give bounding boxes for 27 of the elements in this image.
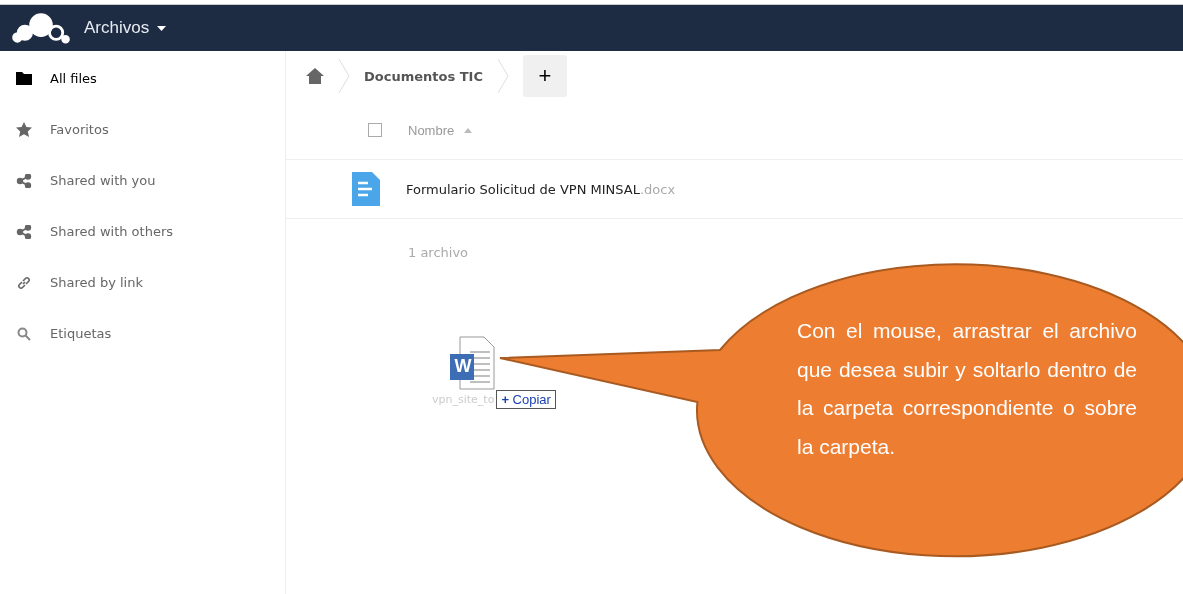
sidebar-item[interactable]: Shared by link — [0, 257, 285, 308]
link-icon — [16, 275, 32, 290]
sidebar-item[interactable]: Favoritos — [0, 104, 285, 155]
document-icon — [352, 172, 380, 206]
share-icon — [16, 224, 32, 239]
sidebar-item[interactable]: Shared with you — [0, 155, 285, 206]
chevron-icon — [338, 59, 350, 93]
select-all-checkbox[interactable] — [368, 123, 382, 137]
sidebar-item[interactable]: Etiquetas — [0, 308, 285, 359]
share-icon — [16, 173, 32, 188]
copy-tooltip: + Copiar — [496, 390, 556, 409]
callout-text: Con el mouse, arrastrar el archivo que desea subir y soltarlo dentro de la carpeta correspondiente o sobre la carpeta. — [797, 318, 1137, 460]
search-icon — [16, 326, 32, 341]
file-count: 1 archivo — [407, 244, 470, 260]
star-icon — [16, 122, 32, 137]
chevron-icon — [496, 59, 509, 93]
caret-icon — [157, 25, 167, 31]
breadcrumb-link[interactable]: Documentos TIC — [364, 68, 483, 84]
app-menu-button[interactable]: Archivos — [84, 18, 167, 38]
folder-icon — [16, 72, 32, 85]
home-icon[interactable] — [306, 68, 324, 84]
sidebar-item[interactable]: All files — [0, 53, 285, 104]
sort-ascending-icon — [464, 127, 473, 133]
new-button[interactable]: + — [522, 55, 567, 97]
cloud-logo-icon — [10, 11, 72, 45]
file-name[interactable]: Formulario Solicitud de VPN MINSAL.docx — [406, 181, 676, 197]
sidebar-item[interactable]: Shared with others — [0, 206, 285, 257]
